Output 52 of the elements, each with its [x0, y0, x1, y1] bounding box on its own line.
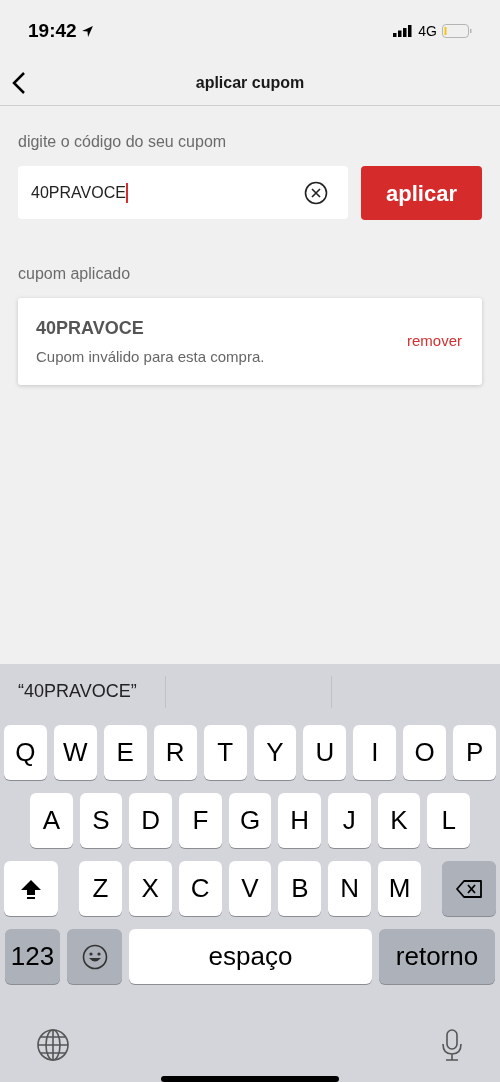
key[interactable]: X	[128, 861, 172, 916]
numbers-key[interactable]: 123	[5, 929, 60, 984]
backspace-icon	[455, 878, 483, 899]
shift-key[interactable]	[4, 861, 58, 916]
key[interactable]: P	[453, 725, 497, 780]
key[interactable]: M	[378, 861, 421, 916]
key[interactable]: O	[403, 725, 447, 780]
emoji-key[interactable]	[67, 929, 122, 984]
key[interactable]: T	[203, 725, 247, 780]
key[interactable]: U	[303, 725, 347, 780]
key[interactable]: Z	[79, 861, 122, 916]
globe-icon[interactable]	[36, 1028, 70, 1062]
network-label: 4G	[418, 21, 437, 41]
key[interactable]: F	[179, 793, 222, 848]
coupon-message: Cupom inválido para esta compra.	[36, 346, 265, 367]
key[interactable]: L	[427, 793, 471, 848]
return-key[interactable]: retorno	[379, 929, 495, 984]
page-title: aplicar cupom	[195, 72, 305, 93]
signal-icon	[393, 25, 414, 37]
key[interactable]: C	[178, 861, 222, 916]
coupon-field[interactable]: 40PRAVOCE	[18, 166, 348, 219]
status-time: 19:42	[28, 18, 77, 43]
key[interactable]: Q	[4, 725, 47, 780]
back-icon[interactable]	[12, 70, 26, 95]
key[interactable]: D	[129, 793, 172, 848]
backspace-key[interactable]	[442, 861, 496, 916]
key[interactable]: B	[278, 861, 322, 916]
apply-button[interactable]: aplicar	[361, 166, 482, 220]
clear-icon[interactable]	[304, 180, 328, 205]
key[interactable]: I	[353, 725, 397, 780]
key[interactable]: V	[228, 861, 272, 916]
battery-icon	[442, 24, 472, 38]
key[interactable]: J	[328, 793, 371, 848]
key[interactable]: K	[377, 793, 421, 848]
microphone-icon[interactable]	[440, 1028, 464, 1062]
key[interactable]: A	[30, 793, 73, 848]
key[interactable]: S	[79, 793, 123, 848]
key[interactable]: G	[228, 793, 272, 848]
space-key[interactable]: espaço	[129, 929, 372, 984]
key[interactable]: N	[328, 861, 372, 916]
key[interactable]: E	[103, 725, 147, 780]
key[interactable]: H	[278, 793, 322, 848]
key[interactable]: W	[53, 725, 97, 780]
emoji-icon	[81, 943, 108, 970]
coupon-code: 40PRAVOCE	[36, 316, 145, 340]
location-arrow-icon	[80, 24, 94, 38]
key[interactable]: Y	[253, 725, 297, 780]
section-label: cupom aplicado	[18, 264, 132, 284]
suggestion[interactable]: “40PRAVOCE”	[18, 678, 137, 705]
field-label: digite o código do seu cupom	[18, 132, 228, 152]
remove-link[interactable]: remover	[407, 330, 462, 353]
key[interactable]: R	[153, 725, 197, 780]
